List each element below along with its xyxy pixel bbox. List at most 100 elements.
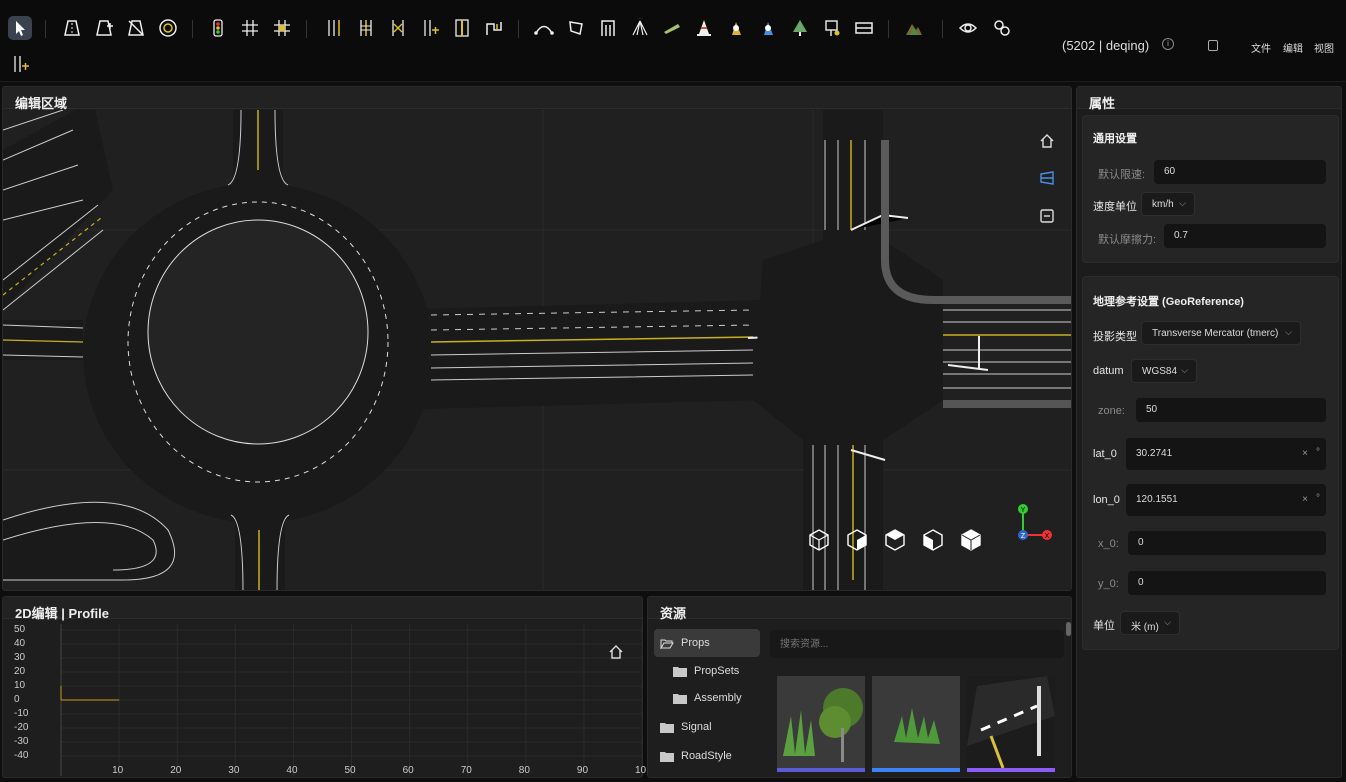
view-cube-front-icon[interactable] [809,529,829,556]
datum-select[interactable]: WGS84 ⌵ [1131,359,1197,383]
view-cube-right-icon[interactable] [847,529,867,556]
lane-insert-tool-icon[interactable] [418,16,442,40]
y-tick-label: -30 [14,736,29,747]
folder-open-icon [660,639,674,649]
x-tick-label: 10 [112,765,124,776]
menu-file[interactable]: 文件 [1251,40,1271,55]
asset-thumb-grass[interactable] [872,676,960,772]
y-tick-label: 20 [14,666,26,677]
bump-tool-icon[interactable] [660,16,684,40]
y0-field[interactable]: 0 [1128,571,1326,595]
axis-y-label: Y [1021,507,1026,514]
tree-item-label: PropSets [694,665,740,677]
road-tool-icon[interactable] [60,16,84,40]
link-tool-icon[interactable] [990,16,1014,40]
lane-offset-tool-icon[interactable] [482,16,506,40]
zone-field[interactable]: 50 [1136,398,1326,422]
general-settings-title: 通用设置 [1093,133,1137,145]
y0-label: y_0: [1098,578,1119,590]
home-icon[interactable] [1039,133,1055,149]
road-network-canvas[interactable] [3,110,1072,591]
folder-icon [673,666,687,677]
x-tick-label: 30 [228,765,240,776]
view-tool-icon[interactable] [956,16,980,40]
properties-title: 属性 [1077,87,1341,111]
lock-icon[interactable] [1208,40,1218,51]
crosswalk-tool-icon[interactable] [628,16,652,40]
arch-tool-icon[interactable] [596,16,620,40]
roundabout-tool-icon[interactable] [156,16,180,40]
prop-a-tool-icon[interactable] [724,16,748,40]
lat-field[interactable]: 30.2741 × ° [1126,438,1326,470]
y-tick-label: 50 [14,624,26,635]
chevron-down-icon: ⌵ [1179,198,1186,208]
y-tick-label: -10 [14,708,29,719]
junction-tool-icon[interactable] [238,16,262,40]
traffic-light-tool-icon[interactable] [206,16,230,40]
lat-label: lat_0 [1093,448,1117,460]
tree-item-propsets[interactable]: PropSets [673,657,739,685]
x-tick-label: 70 [460,765,472,776]
tree-tool-icon[interactable] [788,16,812,40]
view-cube-iso-icon[interactable] [961,529,981,556]
menu-edit[interactable]: 编辑 [1283,40,1303,55]
profile-chart[interactable] [3,624,642,776]
x-tick-label: 40 [286,765,298,776]
editor-title: 编辑区域 [3,87,1071,111]
road-delete-tool-icon[interactable] [124,16,148,40]
speed-unit-select[interactable]: km/h ⌵ [1141,192,1195,216]
lane-add-2-tool-icon[interactable] [8,52,32,76]
lane-width-tool-icon[interactable] [450,16,474,40]
asset-thumb-grass-tree[interactable] [777,676,865,772]
select-tool-icon[interactable] [8,16,32,40]
x0-field[interactable]: 0 [1128,531,1326,555]
sign-tool-icon[interactable] [820,16,844,40]
tree-item-assembly[interactable]: Assembly [673,684,742,712]
lon-field[interactable]: 120.1551 × ° [1126,484,1326,516]
road-edit-tool-icon[interactable] [92,16,116,40]
perspective-icon[interactable] [1039,170,1055,186]
profile-home-icon[interactable] [608,644,624,660]
terrain-tool-icon[interactable] [902,16,926,40]
prop-b-tool-icon[interactable] [756,16,780,40]
menu-view[interactable]: 视图 [1314,40,1334,55]
collapse-icon[interactable] [1039,208,1055,224]
chevron-down-icon: ⌵ [1181,365,1188,375]
view-cube-left-icon[interactable] [923,529,943,556]
speed-unit-label: 速度单位 [1093,201,1137,213]
cone-tool-icon[interactable] [692,16,716,40]
curve-tool-icon[interactable] [532,16,556,40]
lane-split-tool-icon[interactable] [354,16,378,40]
speed-limit-field[interactable]: 60 [1154,160,1326,184]
main-toolbar: (5202 | deqing) i 文件 编辑 视图 [0,0,1346,82]
asset-search-box[interactable] [770,630,1064,658]
asset-search-input[interactable] [770,630,1064,658]
info-icon[interactable]: i [1162,38,1174,50]
x-tick-label: 90 [576,765,589,776]
lane-add-tool-icon[interactable] [322,16,346,40]
y-tick-label: 40 [14,638,26,649]
tree-item-roadstyle[interactable]: RoadStyle [660,742,732,770]
y-tick-label: -40 [14,750,29,761]
clear-icon[interactable]: × [1302,494,1308,505]
asset-scrollbar[interactable] [1066,622,1071,636]
project-label: (5202 | deqing) [1062,38,1150,53]
polygon-tool-icon[interactable] [564,16,588,40]
barrier-tool-icon[interactable] [852,16,876,40]
friction-field[interactable]: 0.7 [1164,224,1326,248]
y-tick-label: 0 [14,694,20,705]
friction-label: 默认摩擦力: [1098,234,1157,246]
x0-label: x_0: [1098,538,1119,550]
tree-item-props[interactable]: Props [660,629,710,657]
junction-edit-tool-icon[interactable] [270,16,294,40]
view-cube-top-icon[interactable] [885,529,905,556]
thumb-accent [777,768,865,772]
lane-merge-tool-icon[interactable] [386,16,410,40]
unit-select[interactable]: 米 (m) ⌵ [1120,611,1180,635]
tree-item-signal[interactable]: Signal [660,713,712,741]
projection-select[interactable]: Transverse Mercator (tmerc) ⌵ [1141,321,1301,345]
asset-thumb-road-marking[interactable] [967,676,1055,772]
clear-icon[interactable]: × [1302,448,1308,459]
axis-gizmo[interactable]: Y X Z [1011,501,1057,547]
datum-label: datum [1093,365,1124,377]
